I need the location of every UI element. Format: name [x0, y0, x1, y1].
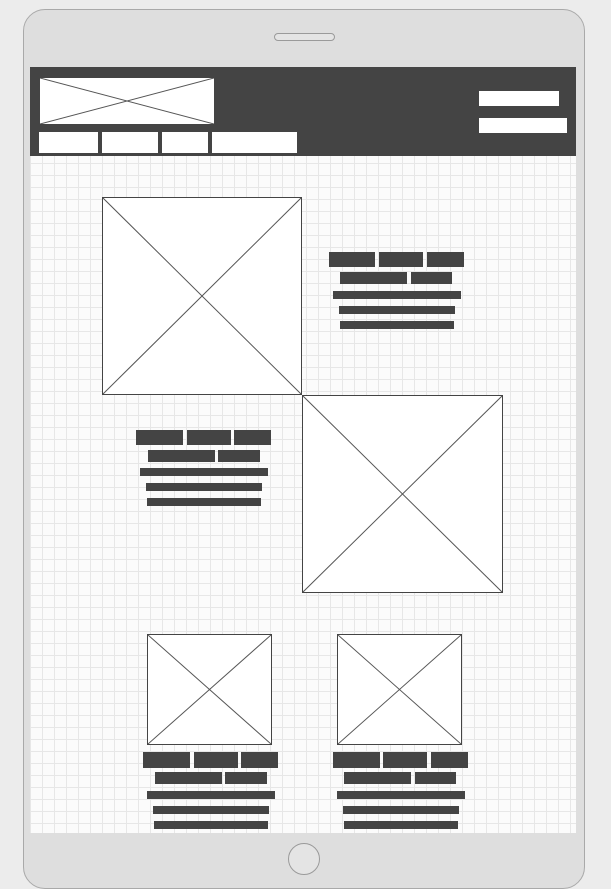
- image-placeholder-icon: [103, 198, 301, 394]
- image-placeholder-icon: [148, 635, 271, 744]
- nav-item-3[interactable]: [162, 132, 208, 153]
- home-button[interactable]: [288, 843, 320, 875]
- image-placeholder-icon: [40, 78, 214, 124]
- text-placeholder: [379, 252, 423, 267]
- card-image-1: [147, 634, 272, 745]
- nav-item-1[interactable]: [39, 132, 98, 153]
- text-placeholder: [340, 321, 454, 329]
- feature-image-1: [102, 197, 302, 395]
- text-placeholder: [340, 272, 407, 284]
- speaker-grille: [274, 33, 335, 41]
- text-placeholder: [147, 791, 275, 799]
- text-placeholder: [241, 752, 278, 768]
- text-placeholder: [225, 772, 267, 784]
- text-placeholder: [383, 752, 427, 768]
- header-control-2[interactable]: [479, 118, 567, 133]
- card-image-2: [337, 634, 462, 745]
- text-placeholder: [153, 806, 269, 814]
- text-placeholder: [427, 252, 464, 267]
- header-bar: [30, 67, 576, 156]
- text-placeholder: [234, 430, 271, 445]
- text-placeholder: [146, 483, 262, 491]
- text-placeholder: [194, 752, 238, 768]
- text-placeholder: [344, 772, 411, 784]
- text-placeholder: [218, 450, 260, 462]
- text-placeholder: [337, 791, 465, 799]
- text-placeholder: [136, 430, 183, 445]
- image-placeholder-icon: [303, 396, 502, 592]
- text-placeholder: [147, 498, 261, 506]
- text-placeholder: [155, 772, 222, 784]
- header-control-1[interactable]: [479, 91, 559, 106]
- text-placeholder: [329, 252, 375, 267]
- image-placeholder-icon: [338, 635, 461, 744]
- text-placeholder: [344, 821, 458, 829]
- text-placeholder: [339, 306, 455, 314]
- text-placeholder: [415, 772, 456, 784]
- text-placeholder: [431, 752, 468, 768]
- text-placeholder: [143, 752, 190, 768]
- nav-item-2[interactable]: [102, 132, 158, 153]
- text-placeholder: [333, 291, 461, 299]
- logo-placeholder[interactable]: [39, 77, 215, 125]
- text-placeholder: [154, 821, 268, 829]
- text-placeholder: [333, 752, 380, 768]
- text-placeholder: [411, 272, 452, 284]
- text-placeholder: [140, 468, 268, 476]
- feature-image-2: [302, 395, 503, 593]
- text-placeholder: [187, 430, 231, 445]
- screen: [30, 67, 576, 833]
- text-placeholder: [343, 806, 459, 814]
- nav-item-4[interactable]: [212, 132, 297, 153]
- text-placeholder: [148, 450, 215, 462]
